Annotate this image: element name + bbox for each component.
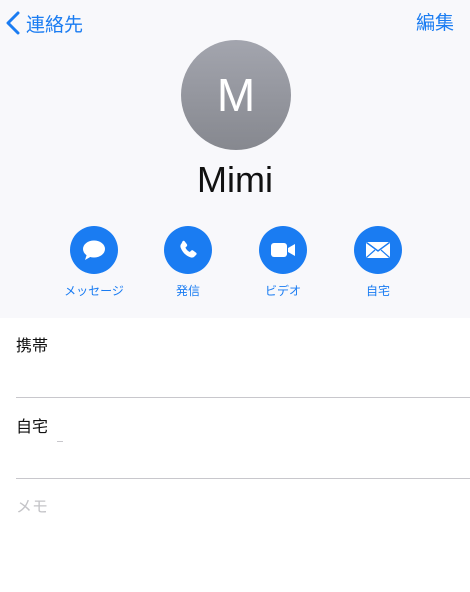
back-button-label: 連絡先 — [26, 13, 84, 36]
video-action-circle — [259, 226, 307, 274]
phone-icon — [180, 240, 197, 258]
message-action-circle — [70, 226, 118, 274]
contact-name: Mimi — [197, 159, 273, 200]
video-action-button[interactable]: ビデオ — [238, 226, 328, 299]
contact-detail-screen: 連絡先 編集 M Mimi メッセージ 発信 ビデオ 自宅 携帯 自宅 メモ — [0, 0, 470, 592]
call-action-button[interactable]: 発信 — [143, 226, 233, 299]
edit-button[interactable]: 編集 — [416, 8, 454, 38]
call-action-label: 発信 — [175, 284, 200, 298]
call-action-circle — [164, 226, 212, 274]
message-action-label: メッセージ — [64, 284, 124, 298]
mobile-field-label: 携帯 — [16, 336, 49, 355]
video-camera-icon — [271, 243, 295, 257]
contact-header: 連絡先 編集 M Mimi メッセージ 発信 ビデオ 自宅 — [0, 0, 470, 318]
mail-action-button[interactable]: 自宅 — [333, 226, 423, 299]
message-action-button[interactable]: メッセージ — [49, 226, 139, 299]
home-field[interactable]: 自宅 — [0, 398, 470, 478]
mobile-field[interactable]: 携帯 — [0, 318, 470, 398]
avatar: M — [181, 40, 291, 150]
home-field-divider — [16, 478, 470, 479]
video-action-label: ビデオ — [264, 284, 301, 298]
home-field-label: 自宅 — [16, 417, 49, 436]
mail-action-circle — [354, 226, 402, 274]
memo-field[interactable]: メモ — [16, 493, 48, 517]
home-field-underline-mark — [57, 441, 63, 442]
message-bubble-icon — [83, 240, 105, 260]
mail-action-label: 自宅 — [365, 284, 390, 298]
avatar-initial: M — [216, 69, 256, 121]
chevron-left-icon — [6, 11, 20, 35]
back-button[interactable]: 連絡先 — [6, 8, 83, 38]
envelope-icon — [366, 241, 390, 258]
